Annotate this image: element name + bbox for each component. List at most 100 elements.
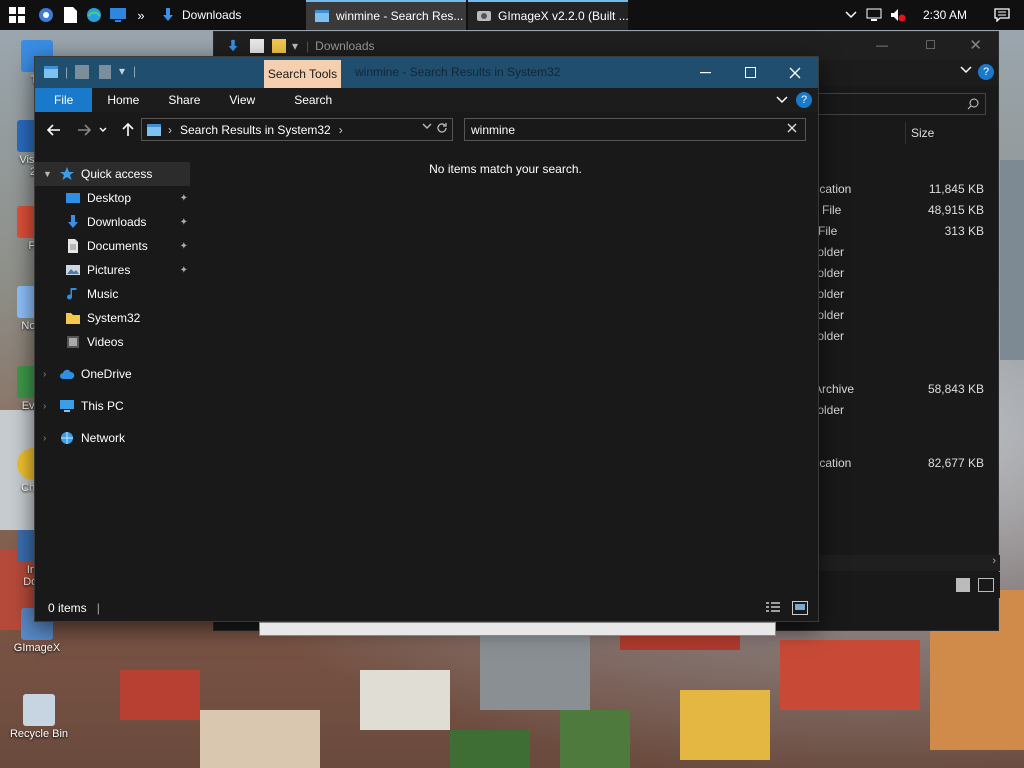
gimagex-icon <box>477 11 491 21</box>
horizontal-scrollbar[interactable]: › <box>814 555 1000 571</box>
close-icon[interactable]: ✕ <box>969 36 982 54</box>
details-view-button[interactable] <box>766 601 780 615</box>
up-button[interactable] <box>115 117 141 143</box>
close-button[interactable] <box>772 57 818 88</box>
chevron-down-icon <box>99 127 107 132</box>
maximize-icon[interactable]: ☐ <box>925 38 936 52</box>
address-bar[interactable]: › Search Results in System32 › <box>141 118 453 141</box>
file-row[interactable]: folder <box>814 403 1000 424</box>
file-row[interactable]: folder <box>814 245 1000 266</box>
document-taskbar-button[interactable] <box>58 0 82 30</box>
file-list-area[interactable]: No items match your search. <box>193 148 818 597</box>
qat-dropdown-icon[interactable]: ▾ <box>119 64 125 78</box>
remote-desktop-taskbar-button[interactable] <box>106 0 130 30</box>
sidebar-item-downloads[interactable]: Downloads ✦ <box>35 210 192 234</box>
sidebar-item-this-pc[interactable]: › This PC <box>35 394 192 418</box>
file-row[interactable]: File 313 KB <box>814 224 1000 245</box>
sidebar-item-onedrive[interactable]: › OneDrive <box>35 362 192 386</box>
file-row[interactable]: lication 82,677 KB <box>814 456 1000 477</box>
wallpaper-tree <box>450 730 530 768</box>
size-column-header[interactable]: Size <box>814 122 1000 144</box>
help-icon[interactable]: ? <box>978 64 994 80</box>
expand-chevron-icon[interactable]: › <box>43 401 55 412</box>
file-row[interactable]: lication 11,845 KB <box>814 182 1000 203</box>
sidebar-item-pictures[interactable]: Pictures ✦ <box>35 258 192 282</box>
desktop-icon[interactable]: Recycle Bin <box>6 694 72 740</box>
explorer-icon <box>44 66 58 78</box>
pin-icon: ✦ <box>179 192 188 204</box>
window-titlebar[interactable]: | ▾ | Search Tools winmine - Search Resu… <box>35 57 818 88</box>
large-icons-view-icon[interactable] <box>978 578 994 592</box>
network-tray-icon[interactable] <box>862 0 886 30</box>
search-tools-contextual-tab[interactable]: Search Tools <box>264 60 341 88</box>
file-row[interactable]: File 48,915 KB <box>814 203 1000 224</box>
recent-locations-button[interactable] <box>95 117 111 143</box>
background-search-box[interactable] <box>812 93 986 115</box>
file-row[interactable]: folder <box>814 287 1000 308</box>
forward-button[interactable] <box>71 117 97 143</box>
back-button[interactable] <box>41 117 67 143</box>
wallpaper-roof <box>120 670 200 720</box>
expand-chevron-icon[interactable]: › <box>43 433 55 444</box>
tab-share[interactable]: Share <box>154 88 214 112</box>
chrome-taskbar-button[interactable] <box>34 0 58 30</box>
folder-icon <box>66 313 80 324</box>
explorer-window[interactable]: | ▾ | Search Tools winmine - Search Resu… <box>34 56 819 622</box>
sidebar-item-quick-access[interactable]: ▼ Quick access <box>35 162 190 186</box>
clear-search-button[interactable] <box>787 123 797 133</box>
minimize-icon[interactable]: — <box>876 38 888 52</box>
tray-chevron-icon[interactable] <box>840 0 862 30</box>
ribbon-collapse-button[interactable] <box>770 96 794 104</box>
tab-home[interactable]: Home <box>92 88 154 112</box>
volume-muted-tray-icon[interactable] <box>886 0 910 30</box>
start-button[interactable] <box>0 0 34 30</box>
properties-icon[interactable] <box>75 65 89 79</box>
windows-logo-icon <box>9 7 25 23</box>
breadcrumb-chevron-icon[interactable]: › <box>339 123 343 137</box>
expand-chevron-icon[interactable]: › <box>43 369 55 380</box>
ribbon-collapse-icon[interactable] <box>960 66 972 74</box>
explorer-icon <box>315 10 329 22</box>
search-box[interactable]: winmine <box>464 118 806 141</box>
help-icon[interactable]: ? <box>796 92 812 108</box>
edge-taskbar-button[interactable] <box>82 0 106 30</box>
qat-dropdown-icon: ▾ <box>292 39 299 53</box>
tab-search[interactable]: Search <box>270 88 356 112</box>
sidebar-item-desktop[interactable]: Desktop ✦ <box>35 186 192 210</box>
minimize-button[interactable] <box>682 57 728 88</box>
breadcrumb-chevron-icon[interactable]: › <box>168 123 172 137</box>
taskbar-app-gimagex[interactable]: GImageX v2.2.0 (Built ... <box>468 0 628 30</box>
taskbar-app-downloads[interactable]: Downloads <box>152 0 304 30</box>
clock[interactable]: 2:30 AM <box>910 0 980 30</box>
cloud-icon <box>60 369 75 379</box>
refresh-icon[interactable] <box>436 122 448 134</box>
music-note-icon <box>67 288 77 300</box>
scroll-right-icon[interactable]: › <box>992 555 996 567</box>
taskbar-app-winmine-search[interactable]: winmine - Search Res... <box>306 0 466 30</box>
sidebar-item-system32[interactable]: System32 <box>35 306 192 330</box>
expand-chevron-icon[interactable]: ▼ <box>43 169 55 179</box>
sidebar-item-network[interactable]: › Network <box>35 426 192 450</box>
sidebar-item-videos[interactable]: Videos <box>35 330 192 354</box>
address-dropdown-icon[interactable] <box>422 123 432 130</box>
new-folder-icon[interactable] <box>99 65 111 79</box>
file-row[interactable]: folder <box>814 266 1000 287</box>
sidebar-item-music[interactable]: Music <box>35 282 192 306</box>
file-row[interactable]: folder <box>814 308 1000 329</box>
maximize-icon <box>744 67 756 78</box>
background-statusbar <box>814 572 1000 598</box>
large-icons-view-button[interactable] <box>792 601 808 615</box>
maximize-button[interactable] <box>727 57 773 88</box>
sidebar-item-documents[interactable]: Documents ✦ <box>35 234 192 258</box>
tab-file[interactable]: File <box>35 88 93 112</box>
file-row[interactable]: Archive 58,843 KB <box>814 382 1000 403</box>
file-row[interactable]: folder <box>814 329 1000 350</box>
breadcrumb-location[interactable]: Search Results in System32 <box>180 123 331 137</box>
action-center-button[interactable] <box>980 0 1024 30</box>
gimagex-window-edge[interactable] <box>259 622 776 636</box>
tab-view[interactable]: View <box>214 88 270 112</box>
document-icon <box>63 7 77 23</box>
details-view-icon[interactable] <box>956 578 970 592</box>
search-input[interactable]: winmine <box>471 123 515 137</box>
overflow-chevron-icon[interactable]: » <box>130 0 152 30</box>
